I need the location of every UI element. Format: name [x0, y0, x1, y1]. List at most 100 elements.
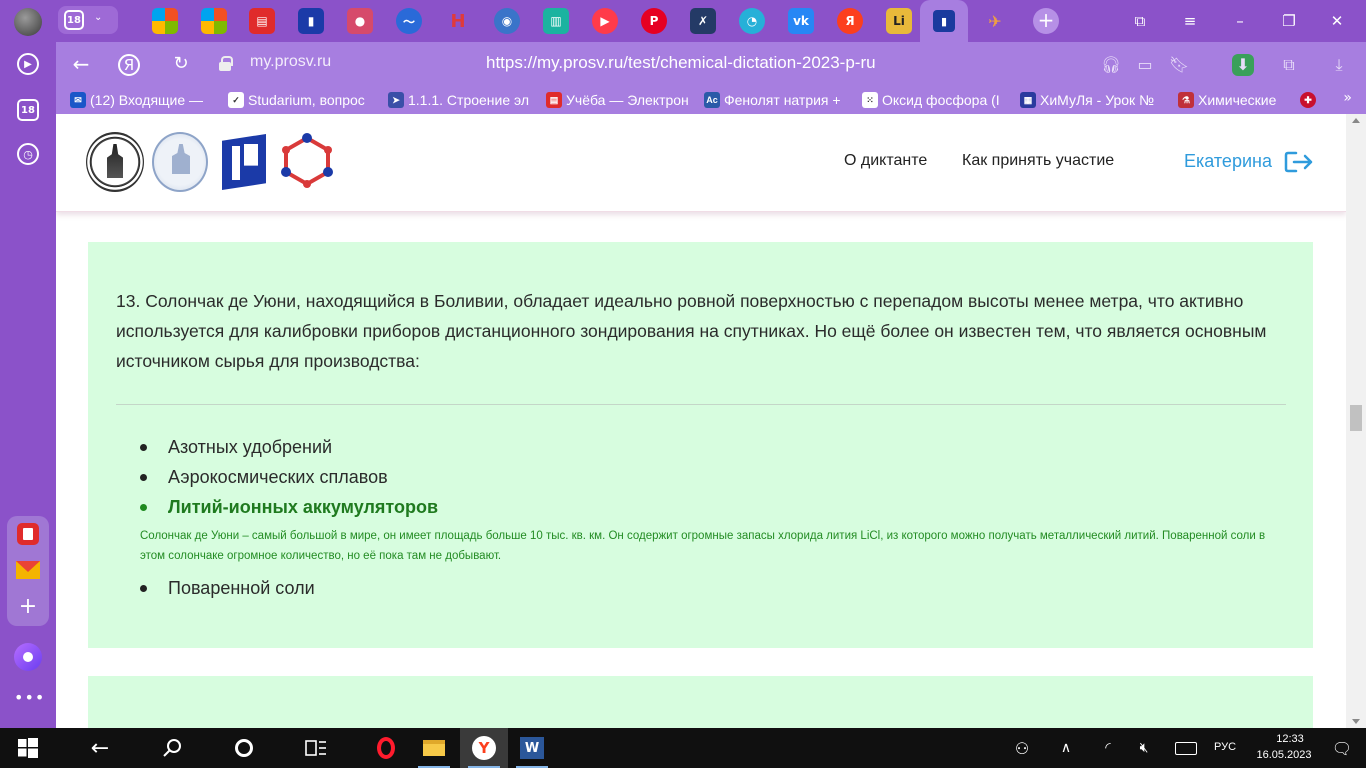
answer-option[interactable]: Аэрокосмических сплавов — [140, 462, 1290, 492]
bookmark-himulya[interactable]: ▦ ХиМуЛя - Урок № — [1020, 90, 1164, 110]
tab-tools[interactable]: ✗ — [690, 8, 716, 34]
headphones-icon[interactable]: 🎧︎ — [1100, 54, 1122, 76]
search-icon[interactable] — [148, 728, 196, 768]
cortana-icon[interactable] — [220, 728, 268, 768]
scrollbar-thumb[interactable] — [1350, 405, 1362, 431]
bookmark-ucheba[interactable]: ▤ Учёба — Электрон — [546, 90, 688, 110]
bookmark-inbox[interactable]: ✉ (12) Входящие — — [70, 90, 210, 110]
extension-icon[interactable]: ⬇ — [1232, 54, 1254, 76]
bookmark-oksid[interactable]: ⁙ Оксид фосфора (I — [862, 90, 1006, 110]
tab-lab[interactable]: ◔ — [739, 8, 765, 34]
tab-book[interactable]: ▥ — [543, 8, 569, 34]
prosv-logo[interactable] — [222, 134, 266, 190]
clock-time[interactable]: 12:33 — [1264, 733, 1316, 745]
nav-how-to-participate[interactable]: Как принять участие — [962, 152, 1114, 170]
divider — [116, 404, 1286, 405]
windows-start-icon[interactable] — [4, 728, 52, 768]
bookmark-stroenie[interactable]: ➤ 1.1.1. Строение эл — [388, 90, 532, 110]
bookmarks-more-icon[interactable]: » — [1343, 90, 1352, 106]
url-field[interactable]: https://my.prosv.ru/test/chemical-dictat… — [486, 53, 876, 73]
tab-prosv-active[interactable]: ▮ — [920, 0, 968, 42]
menu-icon[interactable]: ≡ — [1175, 8, 1205, 34]
site-header: О диктанте Как принять участие Екатерина — [56, 114, 1346, 212]
sidebar-panel-icon[interactable]: ⧉ — [1278, 54, 1300, 76]
bookmark-fenolyat[interactable]: Ac Фенолят натрия + — [704, 90, 848, 110]
tab-prosv-1[interactable]: ▮ — [298, 8, 324, 34]
notes-app-icon[interactable] — [14, 520, 42, 548]
history-icon[interactable]: ◷ — [14, 140, 42, 168]
windows-taskbar: ← Y W ⚇ ∧ ◜ 🔇︎ РУС 12:33 16.05.2023 🗨︎ — [0, 728, 1366, 768]
page-scrollbar[interactable] — [1346, 114, 1366, 728]
file-explorer-icon[interactable] — [410, 728, 458, 768]
answer-option-correct[interactable]: Литий-ионных аккумуляторов — [140, 492, 1290, 522]
address-bar: ← Я ↻ my.prosv.ru https://my.prosv.ru/te… — [56, 42, 1366, 86]
user-name-link[interactable]: Екатерина — [1184, 151, 1272, 172]
scroll-up-icon[interactable] — [1352, 118, 1360, 123]
tab-wave[interactable]: 〜 — [396, 8, 422, 34]
tab-paper-plane[interactable]: ✈ — [982, 8, 1008, 34]
tab-vk[interactable]: vk — [788, 8, 814, 34]
profile-avatar[interactable] — [14, 8, 42, 36]
add-app-icon[interactable]: + — [14, 592, 42, 620]
scroll-down-icon[interactable] — [1352, 719, 1360, 724]
tab-chem-1[interactable]: ● — [347, 8, 373, 34]
reader-icon[interactable]: ▭ — [1134, 54, 1156, 76]
tab-pinterest[interactable]: P — [641, 8, 667, 34]
bookmarks-bar: ✉ (12) Входящие — ✓ Studarium, вопрос ➤ 1.1… — [56, 86, 1366, 114]
bookmark-himicheskie[interactable]: ⚗ Химические — [1178, 90, 1300, 110]
question-card: 13. Солончак де Уюни, находящийся в Боли… — [88, 242, 1313, 648]
tab-count-badge: 18 — [64, 10, 84, 30]
tabs-counter-icon[interactable]: 18 — [14, 96, 42, 124]
keyboard-icon[interactable] — [1164, 728, 1208, 768]
back-button[interactable]: ← — [68, 52, 94, 78]
page-content: О диктанте Как принять участие Екатерина… — [56, 114, 1346, 728]
new-tab-button[interactable]: + — [1033, 8, 1059, 34]
logout-icon[interactable] — [1284, 150, 1314, 174]
close-button[interactable]: ✕ — [1322, 8, 1352, 34]
molecule-logo[interactable] — [280, 132, 334, 190]
answer-option[interactable]: Поваренной соли — [140, 573, 1290, 603]
download-icon[interactable]: ⤓ — [1328, 54, 1350, 76]
play-icon[interactable]: ▶ — [14, 50, 42, 78]
yandex-browser-icon[interactable]: Y — [460, 728, 508, 768]
volume-icon[interactable]: 🔇︎ — [1124, 728, 1164, 768]
bookmark-studarium[interactable]: ✓ Studarium, вопрос — [228, 90, 372, 110]
minimize-button[interactable]: – — [1225, 8, 1255, 34]
answer-option[interactable]: Азотных удобрений — [140, 432, 1290, 462]
browser-sidebar: ▶ 18 ◷ + ••• — [0, 0, 56, 728]
notifications-icon[interactable]: 🗨︎ — [1322, 728, 1362, 768]
task-view-icon[interactable] — [292, 728, 340, 768]
language-indicator[interactable]: РУС — [1214, 741, 1236, 753]
clock-date[interactable]: 16.05.2023 — [1252, 749, 1316, 761]
more-icon[interactable]: ••• — [14, 688, 44, 716]
alice-assistant-icon[interactable] — [14, 643, 42, 671]
people-icon[interactable]: ⚇ — [1000, 728, 1044, 768]
tab-yandex[interactable]: Я — [837, 8, 863, 34]
msu-logo[interactable] — [86, 132, 144, 192]
tab-office[interactable] — [152, 8, 178, 34]
bookmark-icon[interactable]: 🔖︎ — [1168, 54, 1190, 76]
maximize-button[interactable]: ❐ — [1274, 8, 1304, 34]
yandex-icon[interactable]: Я — [118, 54, 140, 76]
tab-notes[interactable]: ▤ — [249, 8, 275, 34]
next-question-card — [88, 676, 1313, 728]
tray-chevron-up-icon[interactable]: ∧ — [1044, 728, 1088, 768]
tab-li[interactable]: Li — [886, 8, 912, 34]
flag-icon[interactable]: ✚ — [1300, 90, 1320, 110]
tab-office-2[interactable] — [201, 8, 227, 34]
tab-h-site[interactable]: H — [445, 8, 471, 34]
question-text: 13. Солончак де Уюни, находящийся в Боли… — [116, 291, 1267, 371]
word-icon[interactable]: W — [508, 728, 556, 768]
domain-label[interactable]: my.prosv.ru — [250, 53, 331, 71]
tab-counter[interactable]: 18 ⌄ — [58, 6, 118, 34]
back-arrow-icon[interactable]: ← — [76, 728, 124, 768]
tab-brain[interactable]: ◉ — [494, 8, 520, 34]
nav-about[interactable]: О диктанте — [844, 152, 927, 170]
mail-app-icon[interactable] — [14, 556, 42, 584]
reload-button[interactable]: ↻ — [168, 52, 194, 78]
collections-icon[interactable]: ⧉ — [1125, 8, 1155, 34]
tab-video[interactable]: ▶ — [592, 8, 618, 34]
chem-faculty-logo[interactable] — [152, 132, 208, 192]
opera-icon[interactable] — [362, 728, 410, 768]
sidebar-apps-group: + — [7, 516, 49, 626]
